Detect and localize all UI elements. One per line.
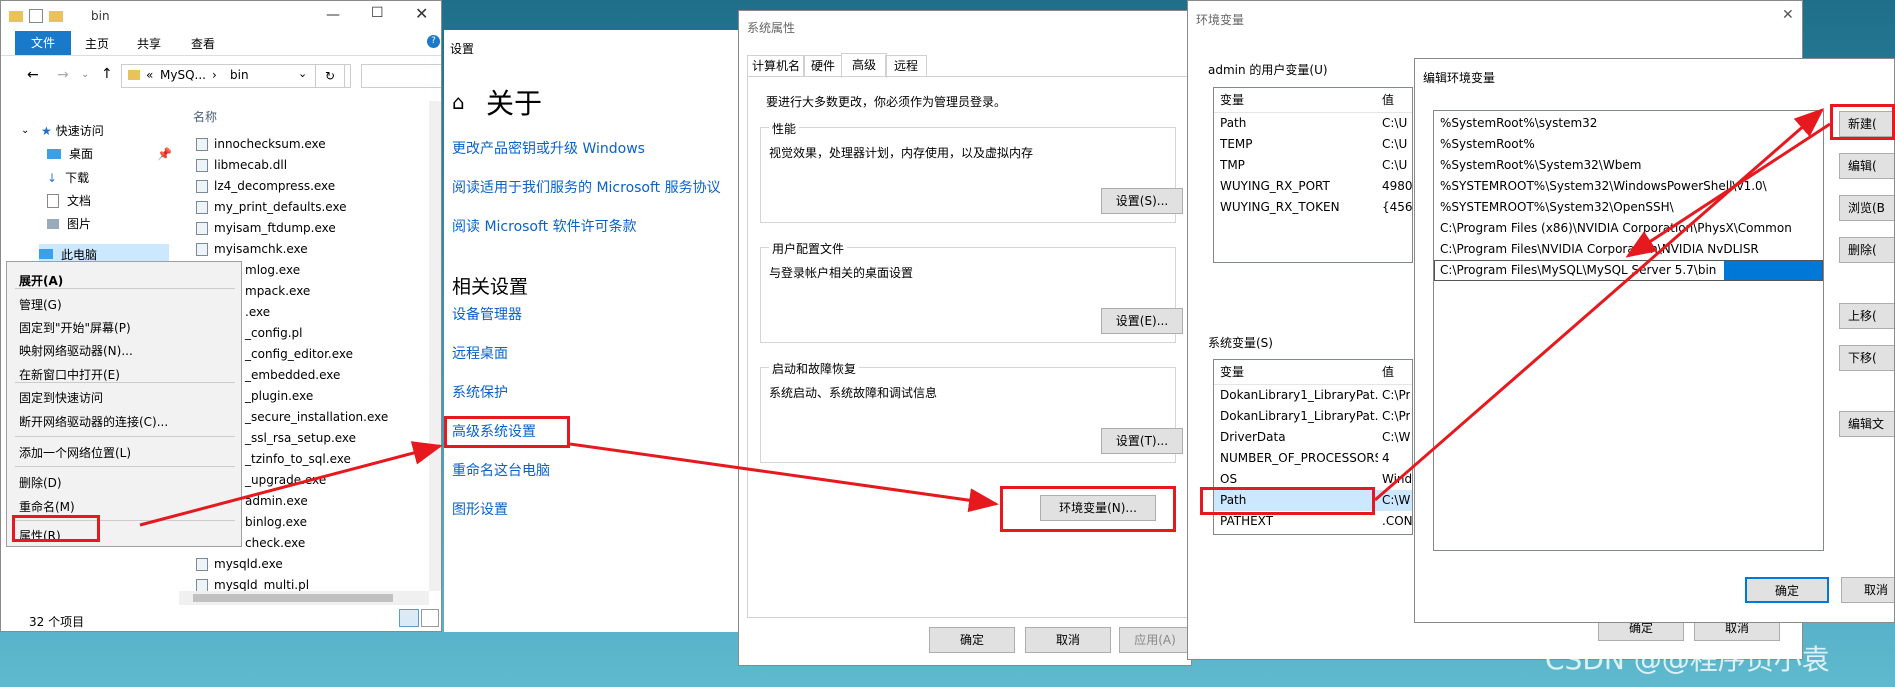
csdn-watermark: CSDN @@程序员小袁 — [1545, 643, 1830, 676]
arrow-advanced-to-env — [569, 442, 999, 513]
arrow-path-to-list — [1374, 108, 1825, 502]
arrow-new-to-entry — [1625, 122, 1831, 258]
annotation-arrows — [139, 108, 1831, 527]
arrow-properties-to-advanced — [139, 441, 443, 527]
